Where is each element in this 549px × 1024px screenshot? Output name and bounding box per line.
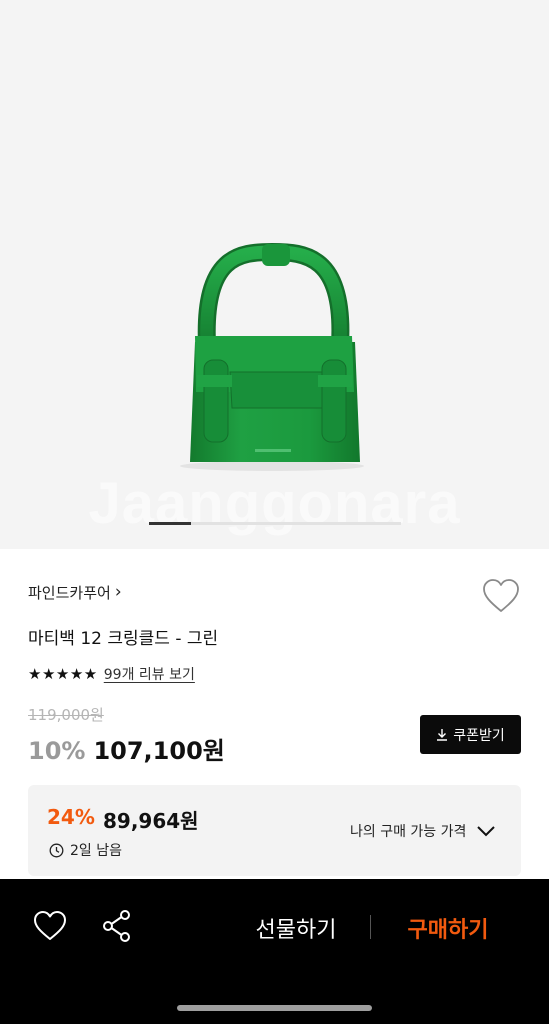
star-rating-icon: ★★★★★ xyxy=(28,665,98,683)
coupon-button-label: 쿠폰받기 xyxy=(453,727,505,744)
heart-icon[interactable] xyxy=(33,910,67,942)
gift-button[interactable]: 선물하기 xyxy=(236,908,356,948)
sale-price: 107,100원 xyxy=(93,737,225,765)
chevron-down-icon xyxy=(477,826,496,837)
my-price-box[interactable]: 24% 89,964원 2일 남음 나의 구매 가능 가격 xyxy=(28,785,521,876)
carousel-indicator xyxy=(149,522,401,525)
carousel-dot xyxy=(233,522,275,525)
my-price-toggle[interactable]: 나의 구매 가능 가격 xyxy=(350,821,496,841)
chevron-right-icon: › xyxy=(114,582,122,602)
clock-icon xyxy=(49,843,64,857)
divider xyxy=(370,915,371,939)
rating-row: ★★★★★ 99개 리뷰 보기 xyxy=(28,664,195,684)
time-left-text: 2일 남음 xyxy=(70,843,122,859)
time-left: 2일 남음 xyxy=(49,840,122,860)
brand-name: 파인드카푸어 xyxy=(28,584,111,602)
carousel-dot xyxy=(317,522,359,525)
my-discount-rate: 24% xyxy=(47,805,95,829)
share-icon[interactable] xyxy=(100,909,134,943)
carousel-dot-active xyxy=(149,522,191,525)
product-image xyxy=(180,242,364,471)
product-image-carousel[interactable]: Jaanggonara xyxy=(0,0,549,549)
my-price: 89,964원 xyxy=(103,809,199,833)
product-title: 마티백 12 크링클드 - 그린 xyxy=(28,629,219,649)
original-price: 119,000원 xyxy=(28,706,104,724)
buy-button[interactable]: 구매하기 xyxy=(388,908,508,948)
discount-rate: 10% xyxy=(28,737,86,765)
price-row: 10% 107,100원 xyxy=(28,731,225,766)
carousel-dot xyxy=(191,522,233,525)
download-icon xyxy=(437,729,448,741)
coupon-button[interactable]: 쿠폰받기 xyxy=(420,715,521,754)
my-price-label: 나의 구매 가능 가격 xyxy=(350,824,467,840)
carousel-dot xyxy=(359,522,401,525)
home-indicator[interactable] xyxy=(177,1005,372,1011)
review-link[interactable]: 99개 리뷰 보기 xyxy=(104,664,195,684)
watermark: Jaanggonara xyxy=(88,471,461,536)
carousel-dot xyxy=(275,522,317,525)
brand-link[interactable]: 파인드카푸어 › xyxy=(28,582,122,603)
bottom-action-bar xyxy=(0,879,549,1024)
heart-icon[interactable] xyxy=(482,578,520,614)
